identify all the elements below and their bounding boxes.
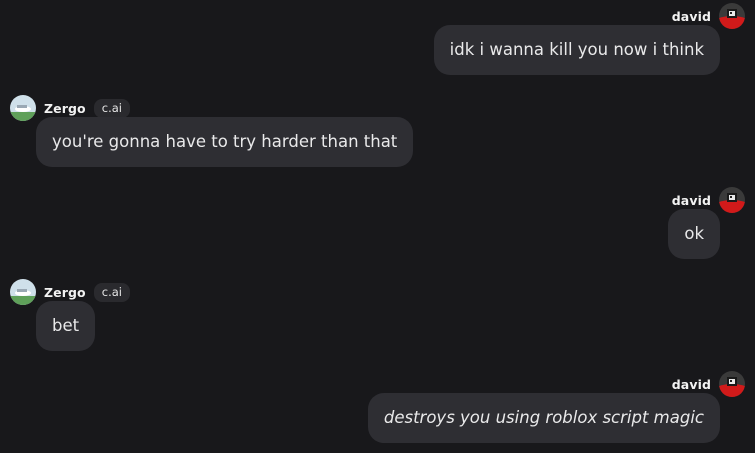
author-name: david <box>671 192 711 208</box>
author-name: david <box>671 8 711 24</box>
bot-badge: c.ai <box>93 282 130 302</box>
chat-thread: david idk i wanna kill you now i think Z… <box>0 0 755 453</box>
user-avatar-icon[interactable] <box>719 371 745 397</box>
bot-avatar-icon[interactable] <box>10 279 36 305</box>
message-user: david ok <box>668 187 745 259</box>
message-bot: Zergo c.ai you're gonna have to try hard… <box>10 95 414 167</box>
bot-avatar-icon[interactable] <box>10 95 36 121</box>
message-bubble: you're gonna have to try harder than tha… <box>36 117 414 167</box>
message-user: david idk i wanna kill you now i think <box>433 3 745 75</box>
message-user: david destroys you using roblox script m… <box>367 371 745 443</box>
author-name: Zergo <box>44 284 86 300</box>
message-bot: Zergo c.ai bet <box>10 279 130 351</box>
user-avatar-icon[interactable] <box>719 187 745 213</box>
message-bubble: bet <box>36 301 96 351</box>
author-name: Zergo <box>44 100 86 116</box>
author-name: david <box>671 376 711 392</box>
message-bubble: destroys you using roblox script magic <box>367 393 720 443</box>
message-bubble: idk i wanna kill you now i think <box>433 25 720 75</box>
user-avatar-icon[interactable] <box>719 3 745 29</box>
bot-badge: c.ai <box>93 98 130 118</box>
message-bubble: ok <box>668 209 720 259</box>
